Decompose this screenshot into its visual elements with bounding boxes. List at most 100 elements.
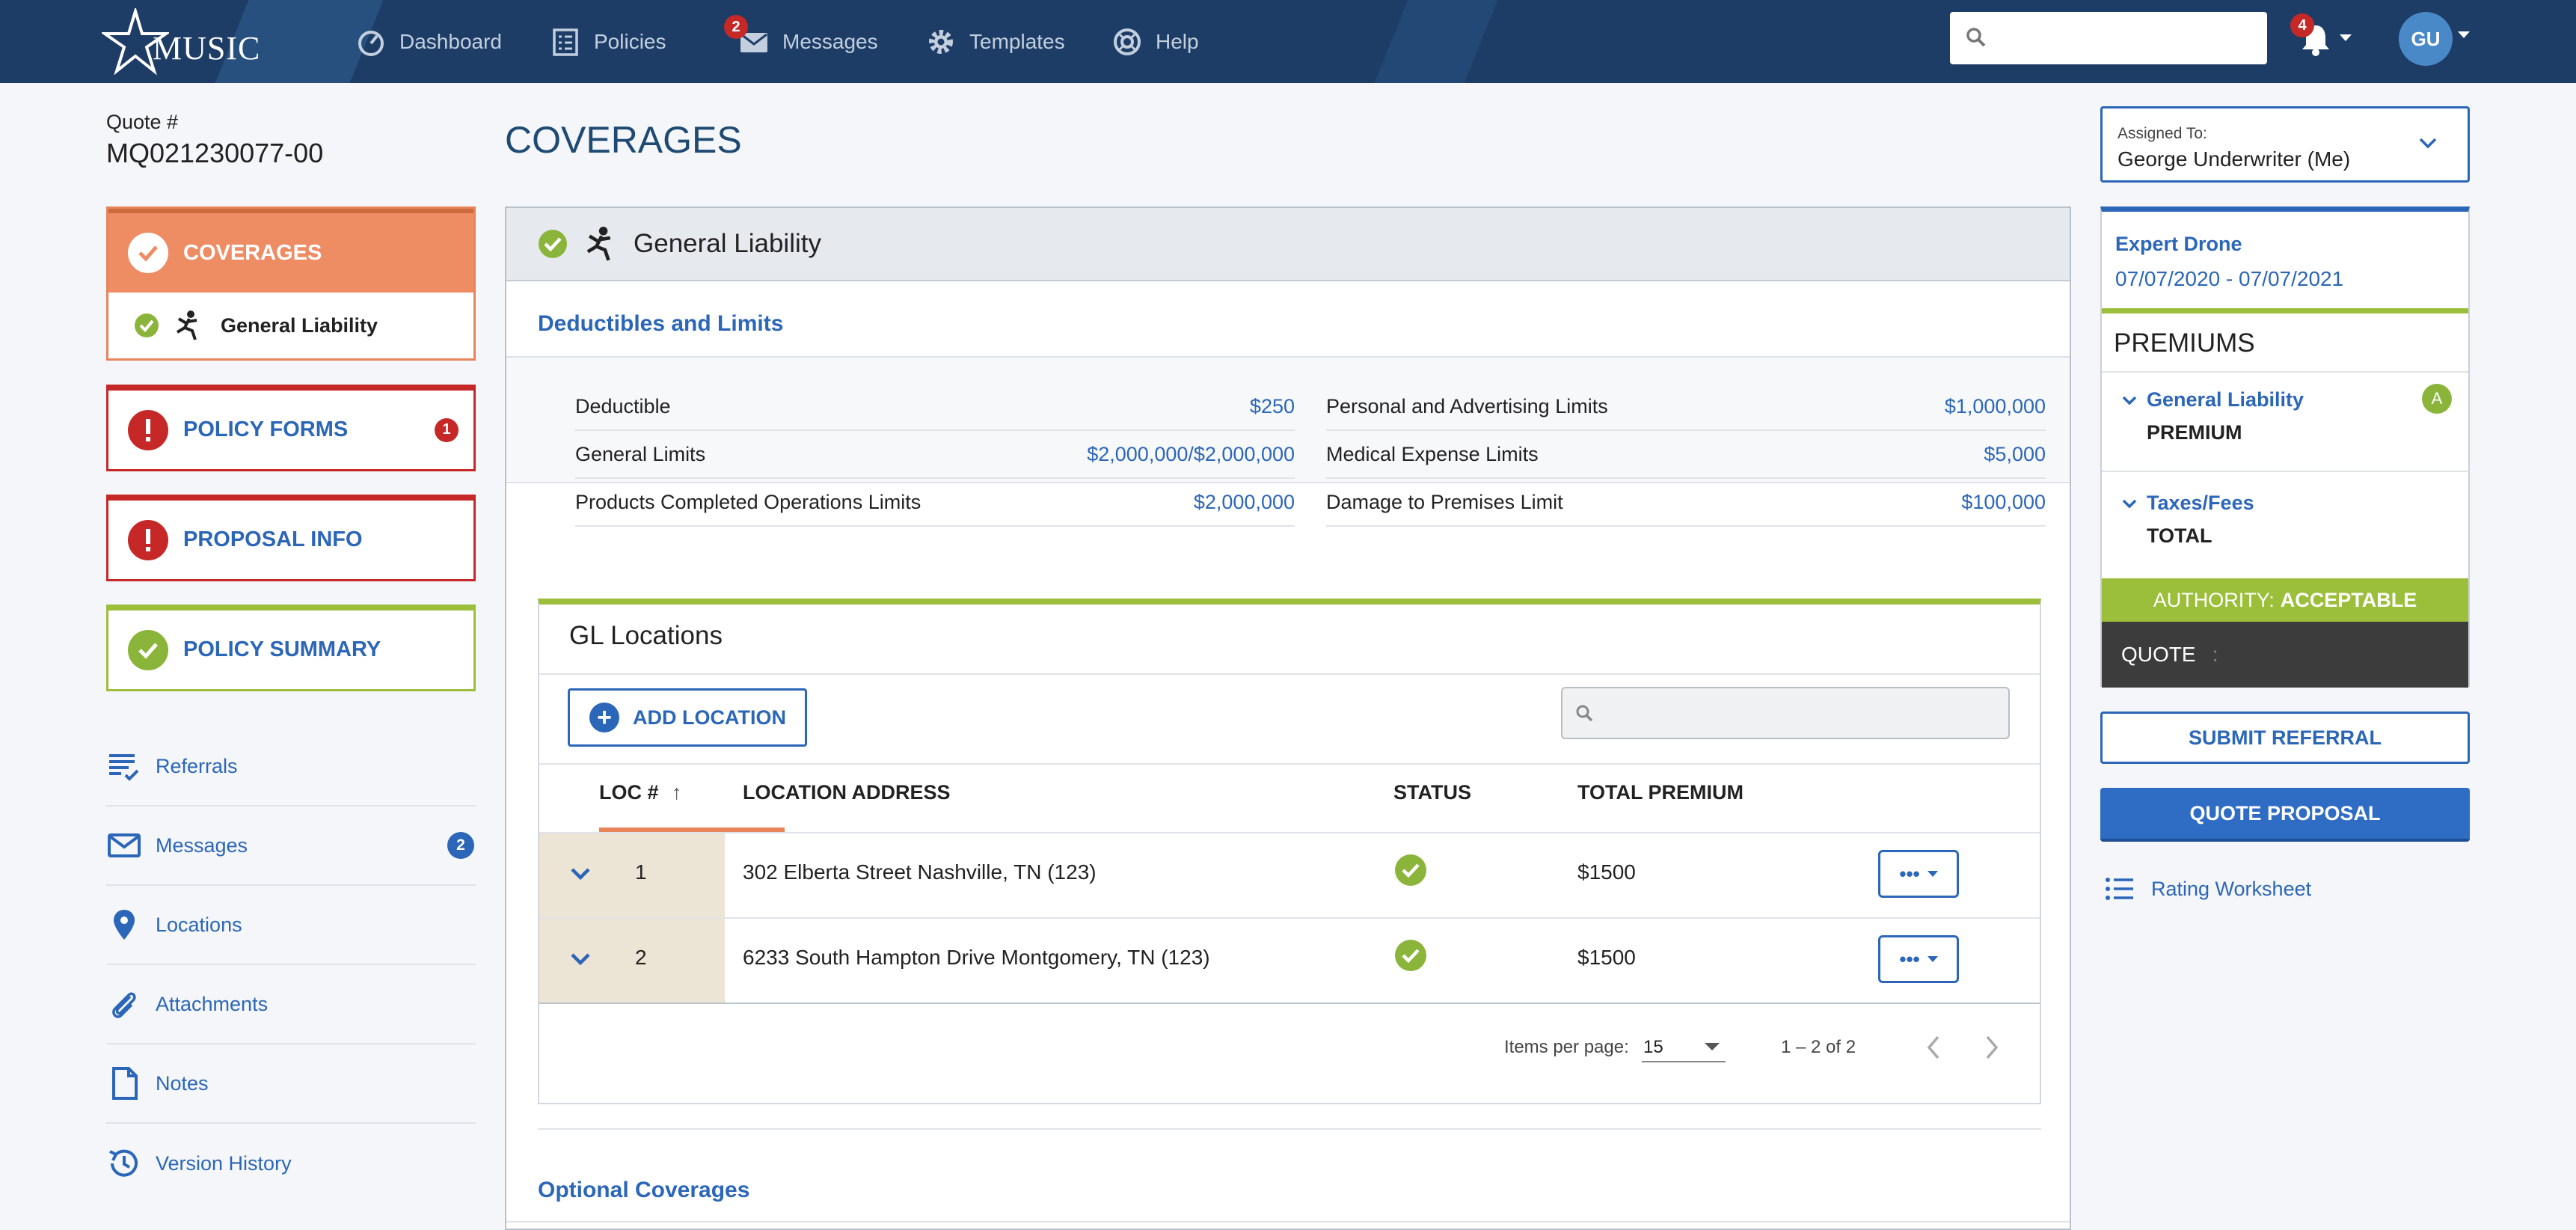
check-icon: [128, 233, 168, 273]
location-pin-icon: [114, 910, 135, 940]
chevron-right-icon[interactable]: [1983, 1034, 2001, 1061]
dashboard-icon: [358, 30, 384, 56]
chevron-down-icon[interactable]: [569, 952, 592, 967]
deductible-value: $5,000: [1984, 442, 2046, 465]
sidebar-link-version-history[interactable]: Version History: [106, 1124, 476, 1203]
referrals-icon: [109, 754, 139, 781]
sidebar-link-notes[interactable]: Notes: [106, 1044, 476, 1124]
coverage-panel: General Liability Deductibles and Limits…: [505, 206, 2071, 1230]
deductible-value: $1,000,000: [1944, 394, 2046, 417]
policy-period: 07/07/2020 - 07/07/2021: [2115, 267, 2344, 290]
deductible-label: Products Completed Operations Limits: [575, 490, 921, 513]
premium-grade-badge: A: [2422, 384, 2452, 414]
submit-referral-button[interactable]: SUBMIT REFERRAL: [2100, 712, 2470, 764]
check-circle-icon: [539, 230, 567, 258]
deductible-row: Damage to Premises Limit $100,000: [1326, 479, 2046, 527]
chevron-left-icon[interactable]: [1925, 1034, 1942, 1061]
chevron-down-icon[interactable]: [2340, 34, 2352, 41]
gl-locations-card: GL Locations + ADD LOCATION LOC # ↑ LOCA…: [538, 599, 2041, 1104]
top-nav-bar: MUSIC Dashboard Policies Messages 2 Temp…: [0, 0, 2576, 83]
sidebar-link-label: Version History: [156, 1151, 292, 1175]
coverage-header[interactable]: General Liability: [506, 208, 2070, 281]
nav-policies[interactable]: Policies: [551, 0, 666, 83]
items-per-page-select[interactable]: 15: [1642, 1029, 1726, 1062]
sidebar-link-referrals[interactable]: Referrals: [106, 727, 476, 807]
quote-total-label: QUOTE: [2121, 643, 2196, 666]
sidebar-general-liability[interactable]: General Liability: [108, 293, 473, 358]
gl-locations-title: GL Locations: [569, 621, 723, 650]
nav-templates[interactable]: Templates: [926, 0, 1065, 83]
nav-dashboard[interactable]: Dashboard: [356, 0, 502, 83]
sidebar-coverages-header[interactable]: COVERAGES: [108, 209, 473, 293]
deductible-value: $250: [1249, 394, 1295, 417]
music-logo[interactable]: MUSIC: [102, 6, 260, 77]
slip-fall-icon: [176, 310, 197, 340]
premium-item-sub: PREMIUM: [2147, 421, 2242, 444]
chevron-down-icon[interactable]: [2121, 393, 2138, 409]
divider: [2102, 371, 2468, 373]
loc-cell: [539, 919, 725, 1003]
user-avatar[interactable]: GU: [2399, 12, 2453, 66]
deductible-label: Damage to Premises Limit: [1326, 490, 1563, 513]
divider: [506, 1221, 2070, 1223]
global-search-input[interactable]: [1950, 12, 2267, 64]
chevron-down-icon[interactable]: [569, 866, 592, 881]
sort-ascending-icon: ↑: [672, 781, 682, 804]
deductible-label: Medical Expense Limits: [1326, 442, 1539, 465]
nav-templates-label: Templates: [969, 29, 1065, 53]
chevron-down-icon: [1927, 871, 1938, 877]
column-header-premium[interactable]: TOTAL PREMIUM: [1577, 781, 1744, 804]
quote-total-separator: :: [2212, 643, 2218, 666]
column-header-loc[interactable]: LOC # ↑: [599, 781, 682, 804]
messages-count-badge: 2: [447, 832, 474, 859]
nav-dashboard-label: Dashboard: [399, 29, 502, 53]
sidebar-proposal-info[interactable]: PROPOSAL INFO: [106, 495, 476, 581]
add-location-button[interactable]: + ADD LOCATION: [568, 688, 807, 747]
premium-item-general-liability[interactable]: General Liability: [2147, 388, 2304, 411]
nav-stripe: [1374, 0, 1498, 83]
deductibles-table: Deductible $250 General Limits $2,000,00…: [506, 356, 2070, 527]
check-circle-icon: [135, 313, 159, 337]
column-header-status[interactable]: STATUS: [1393, 781, 1471, 804]
sidebar-policy-summary[interactable]: POLICY SUMMARY: [106, 605, 476, 691]
rating-worksheet-link[interactable]: Rating Worksheet: [2105, 875, 2311, 902]
chevron-down-icon: [2419, 138, 2437, 149]
sidebar-policy-forms[interactable]: POLICY FORMS 1: [106, 385, 476, 471]
more-icon: •••: [1899, 862, 1920, 885]
sidebar-link-messages[interactable]: Messages 2: [106, 807, 476, 886]
divider: [539, 1003, 2040, 1004]
mail-icon: [108, 833, 141, 857]
nav-messages[interactable]: Messages: [739, 0, 878, 83]
sidebar-link-attachments[interactable]: Attachments: [106, 965, 476, 1044]
premiums-title: PREMIUMS: [2114, 328, 2255, 358]
location-search-input[interactable]: [1561, 687, 2010, 739]
sidebar-coverages-label: COVERAGES: [183, 240, 322, 265]
sidebar-coverages-card[interactable]: COVERAGES General Liability: [106, 206, 476, 361]
deductible-value: $2,000,000/$2,000,000: [1087, 442, 1295, 465]
nav-help[interactable]: Help: [1112, 0, 1199, 83]
sidebar-policy-summary-label: POLICY SUMMARY: [183, 637, 381, 661]
premium-item-taxes-fees[interactable]: Taxes/Fees: [2147, 492, 2254, 515]
assigned-to-select[interactable]: Assigned To: George Underwriter (Me): [2100, 106, 2470, 183]
add-location-label: ADD LOCATION: [633, 706, 786, 729]
status-stripe: [2102, 308, 2468, 313]
deductible-row: Personal and Advertising Limits $1,000,0…: [1326, 383, 2046, 431]
chevron-down-icon: [1705, 1043, 1720, 1050]
total-premium: $1500: [1577, 946, 1636, 969]
deductibles-title: Deductibles and Limits: [538, 311, 784, 336]
nav-messages-label: Messages: [782, 29, 878, 53]
row-actions-button[interactable]: •••: [1878, 935, 1959, 983]
row-actions-button[interactable]: •••: [1878, 850, 1959, 898]
chevron-down-icon[interactable]: [2458, 31, 2470, 38]
column-header-address[interactable]: LOCATION ADDRESS: [743, 781, 951, 804]
check-circle-icon: [128, 629, 168, 670]
coverage-header-title: General Liability: [634, 229, 821, 258]
history-icon: [109, 1149, 138, 1177]
quote-proposal-button[interactable]: QUOTE PROPOSAL: [2100, 788, 2470, 842]
divider: [539, 832, 2040, 833]
chevron-down-icon[interactable]: [2121, 496, 2138, 512]
sidebar-link-locations[interactable]: Locations: [106, 886, 476, 965]
nav-help-label: Help: [1156, 29, 1199, 53]
page-title: COVERAGES: [505, 119, 742, 161]
error-icon: [128, 519, 168, 560]
